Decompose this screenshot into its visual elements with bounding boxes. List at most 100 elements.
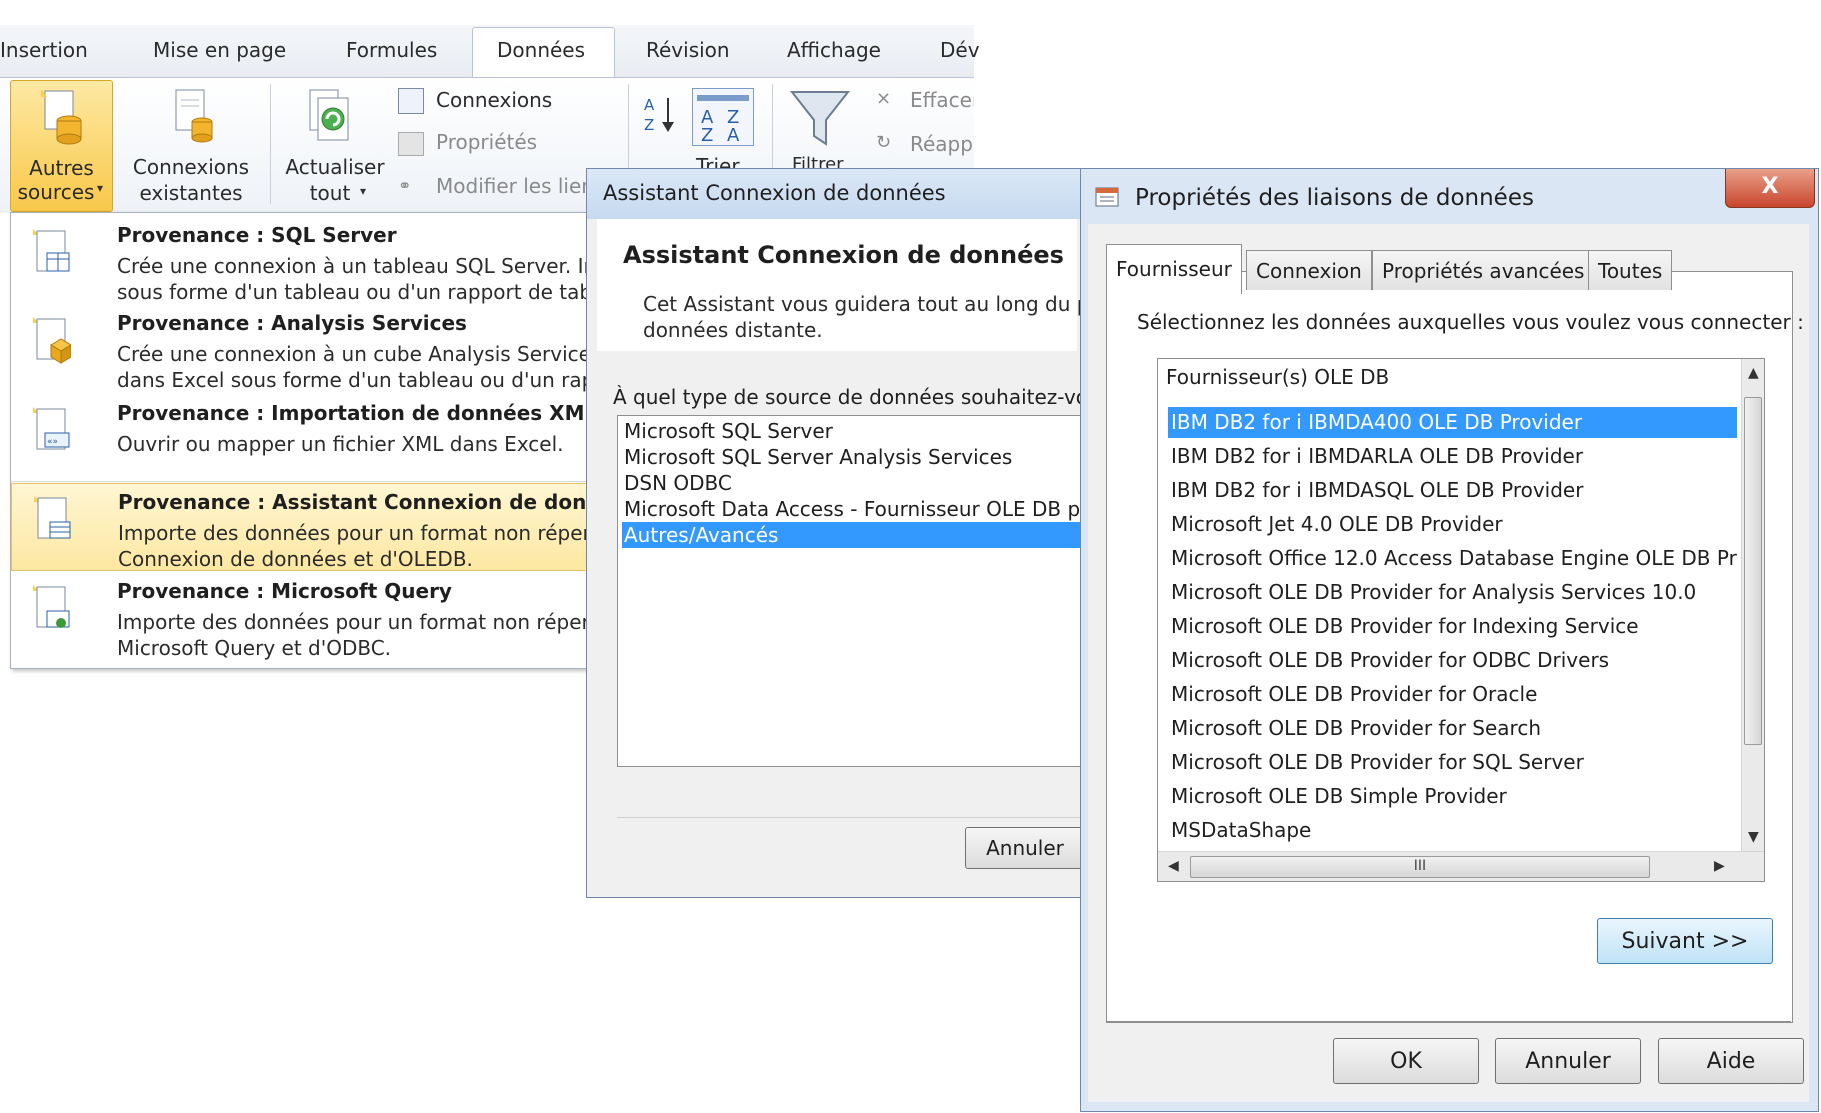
tab-formules[interactable]: Formules — [346, 38, 437, 62]
wizard-heading: Assistant Connexion de données — [623, 241, 1064, 269]
list-item[interactable]: Microsoft Data Access - Fournisseur OLE … — [622, 496, 1087, 522]
dialog-separator — [1106, 1021, 1791, 1022]
modifier-liens-button[interactable]: ⚭ Modifier les liens — [396, 170, 592, 206]
tab-insertion[interactable]: Insertion — [0, 38, 88, 62]
list-item[interactable]: Microsoft OLE DB Provider for Search — [1168, 713, 1737, 744]
dialog-title: Propriétés des liaisons de données — [1135, 185, 1534, 211]
close-button[interactable]: X — [1725, 169, 1815, 208]
ole-db-provider-list[interactable]: Fournisseur(s) OLE DB IBM DB2 for i IBMD… — [1157, 358, 1765, 882]
scroll-down-icon[interactable]: ▼ — [1748, 829, 1759, 845]
filter-funnel-icon — [789, 91, 851, 146]
modifier-liens-label: Modifier les liens — [436, 174, 592, 198]
effacer-label: Effacer — [910, 88, 974, 112]
dropdown-arrow-icon: ▾ — [360, 184, 367, 198]
database-document-icon — [41, 89, 82, 145]
list-item[interactable]: Microsoft SQL Server Analysis Services — [622, 444, 1012, 470]
scroll-right-icon[interactable]: ▶ — [1714, 858, 1725, 874]
list-item[interactable]: Microsoft OLE DB Provider for Oracle — [1168, 679, 1737, 710]
effacer-button[interactable]: ⨯ Effacer — [874, 84, 974, 120]
tab-toutes[interactable]: Toutes — [1588, 250, 1673, 290]
connexions-label: Connexions — [436, 88, 553, 112]
list-item[interactable]: Microsoft Office 12.0 Access Database En… — [1168, 543, 1737, 574]
vertical-scrollbar[interactable]: ▲ ▼ — [1741, 359, 1764, 851]
filtrer-button[interactable]: Filtrer — [786, 84, 856, 180]
tab-donnees[interactable]: Données — [497, 38, 585, 62]
list-item[interactable]: MSDataShape — [1168, 815, 1737, 846]
scroll-up-icon[interactable]: ▲ — [1748, 365, 1759, 381]
reappliquer-button[interactable]: ↻ Réappliquer — [874, 128, 974, 164]
cancel-button[interactable]: Annuler — [965, 827, 1085, 869]
list-item[interactable]: Microsoft OLE DB Provider for Indexing S… — [1168, 611, 1737, 642]
menu-item-sql-server[interactable]: Provenance : SQL Server Crée une connexi… — [11, 217, 903, 305]
proprietes-button[interactable]: Propriétés — [396, 126, 586, 162]
list-item[interactable]: Microsoft OLE DB Provider for ODBC Drive… — [1168, 645, 1737, 676]
list-item[interactable]: Microsoft Jet 4.0 OLE DB Provider — [1168, 509, 1737, 540]
reappliquer-label: Réappliquer — [910, 132, 974, 156]
analysis-cube-icon — [33, 317, 71, 364]
horizontal-scrollbar[interactable]: ◀ III ▶ — [1158, 851, 1764, 881]
autres-sources-button[interactable]: Autres sources ▾ — [10, 80, 113, 212]
help-button[interactable]: Aide — [1658, 1038, 1804, 1084]
provider-instruction: Sélectionnez les données auxquelles vous… — [1137, 310, 1804, 334]
microsoft-query-icon — [33, 585, 70, 628]
list-header: Fournisseur(s) OLE DB — [1166, 365, 1390, 389]
proprietes-label: Propriétés — [436, 130, 538, 154]
svg-text:A: A — [727, 125, 740, 145]
list-item[interactable]: IBM DB2 for i IBMDARLA OLE DB Provider — [1168, 441, 1737, 472]
menu-item-title: Provenance : Assistant Connexion de donn… — [118, 490, 640, 514]
close-icon: X — [1761, 174, 1779, 199]
list-item[interactable]: DSN ODBC — [622, 470, 732, 496]
menu-item-xml[interactable]: «» Provenance : Importation de données X… — [11, 395, 597, 483]
scroll-thumb[interactable]: III — [1190, 856, 1650, 878]
scroll-left-icon[interactable]: ◀ — [1168, 858, 1179, 874]
tab-fournisseur[interactable]: Fournisseur — [1106, 244, 1242, 294]
tab-proprietes-avancees[interactable]: Propriétés avancées — [1372, 250, 1595, 290]
menu-item-analysis-services[interactable]: Provenance : Analysis Services Crée une … — [11, 305, 939, 393]
autres-sources-label-2: sources — [17, 180, 95, 204]
sql-server-table-icon — [33, 229, 70, 272]
dialog-titlebar[interactable]: Assistant Connexion de données — [587, 169, 1087, 219]
scroll-thumb[interactable] — [1744, 397, 1762, 745]
menu-separator — [11, 481, 597, 482]
xml-file-icon: «» — [33, 407, 70, 450]
menu-item-title: Provenance : Analysis Services — [117, 311, 467, 335]
list-item[interactable]: Microsoft OLE DB Provider for SQL Server — [1168, 747, 1737, 778]
sort-dialog-button[interactable]: A Z Z A — [692, 88, 754, 146]
connections-icon — [398, 88, 424, 114]
properties-icon — [398, 132, 424, 156]
filtrer-label: Filtrer — [792, 154, 844, 168]
sort-az-button[interactable]: A Z — [640, 92, 680, 136]
connexions-existantes-button[interactable]: Connexions existantes — [116, 80, 266, 210]
menu-item-assistant-connexion[interactable]: Provenance : Assistant Connexion de donn… — [11, 483, 856, 571]
tab-mise-en-page[interactable]: Mise en page — [153, 38, 286, 62]
dialog-separator — [617, 817, 1087, 818]
actualiser-label-2: tout — [309, 181, 351, 205]
list-item[interactable]: IBM DB2 for i IBMDASQL OLE DB Provider — [1168, 475, 1737, 506]
tab-connexion[interactable]: Connexion — [1246, 250, 1372, 290]
list-item-selected[interactable]: IBM DB2 for i IBMDA400 OLE DB Provider — [1168, 407, 1737, 438]
cancel-button[interactable]: Annuler — [1495, 1038, 1641, 1084]
refresh-icon — [309, 89, 349, 141]
tab-developpeur[interactable]: Dév — [940, 38, 980, 62]
next-button[interactable]: Suivant >> — [1597, 918, 1773, 964]
list-item[interactable]: Microsoft OLE DB Simple Provider — [1168, 781, 1737, 812]
connexions-existantes-label-1: Connexions — [132, 155, 250, 179]
svg-text:Z: Z — [701, 125, 713, 145]
list-item[interactable]: Microsoft SQL Server — [622, 418, 833, 444]
menu-item-desc: Ouvrir ou mapper un fichier XML dans Exc… — [117, 432, 564, 456]
actualiser-tout-button[interactable]: Actualiser tout ▾ — [276, 80, 394, 210]
ok-button[interactable]: OK — [1333, 1038, 1479, 1084]
source-type-question: À quel type de source de données souhait… — [613, 385, 1088, 409]
source-type-list[interactable]: Microsoft SQL Server Microsoft SQL Serve… — [617, 415, 1087, 767]
list-item[interactable]: Microsoft OLE DB Provider for Analysis S… — [1168, 577, 1737, 608]
menu-item-microsoft-query[interactable]: Provenance : Microsoft Query Importe des… — [11, 573, 855, 661]
autres-sources-label-1: Autres — [29, 156, 94, 180]
list-item-selected[interactable]: Autres/Avancés — [622, 522, 1084, 548]
sort-grid-icon: A Z Z A — [697, 95, 749, 146]
link-icon: ⚭ — [398, 176, 412, 195]
tab-affichage[interactable]: Affichage — [787, 38, 881, 62]
svg-text:Z: Z — [644, 116, 654, 134]
tab-revision[interactable]: Révision — [646, 38, 730, 62]
connexions-button[interactable]: Connexions — [396, 84, 586, 120]
clear-filter-icon: ⨯ — [876, 88, 892, 109]
